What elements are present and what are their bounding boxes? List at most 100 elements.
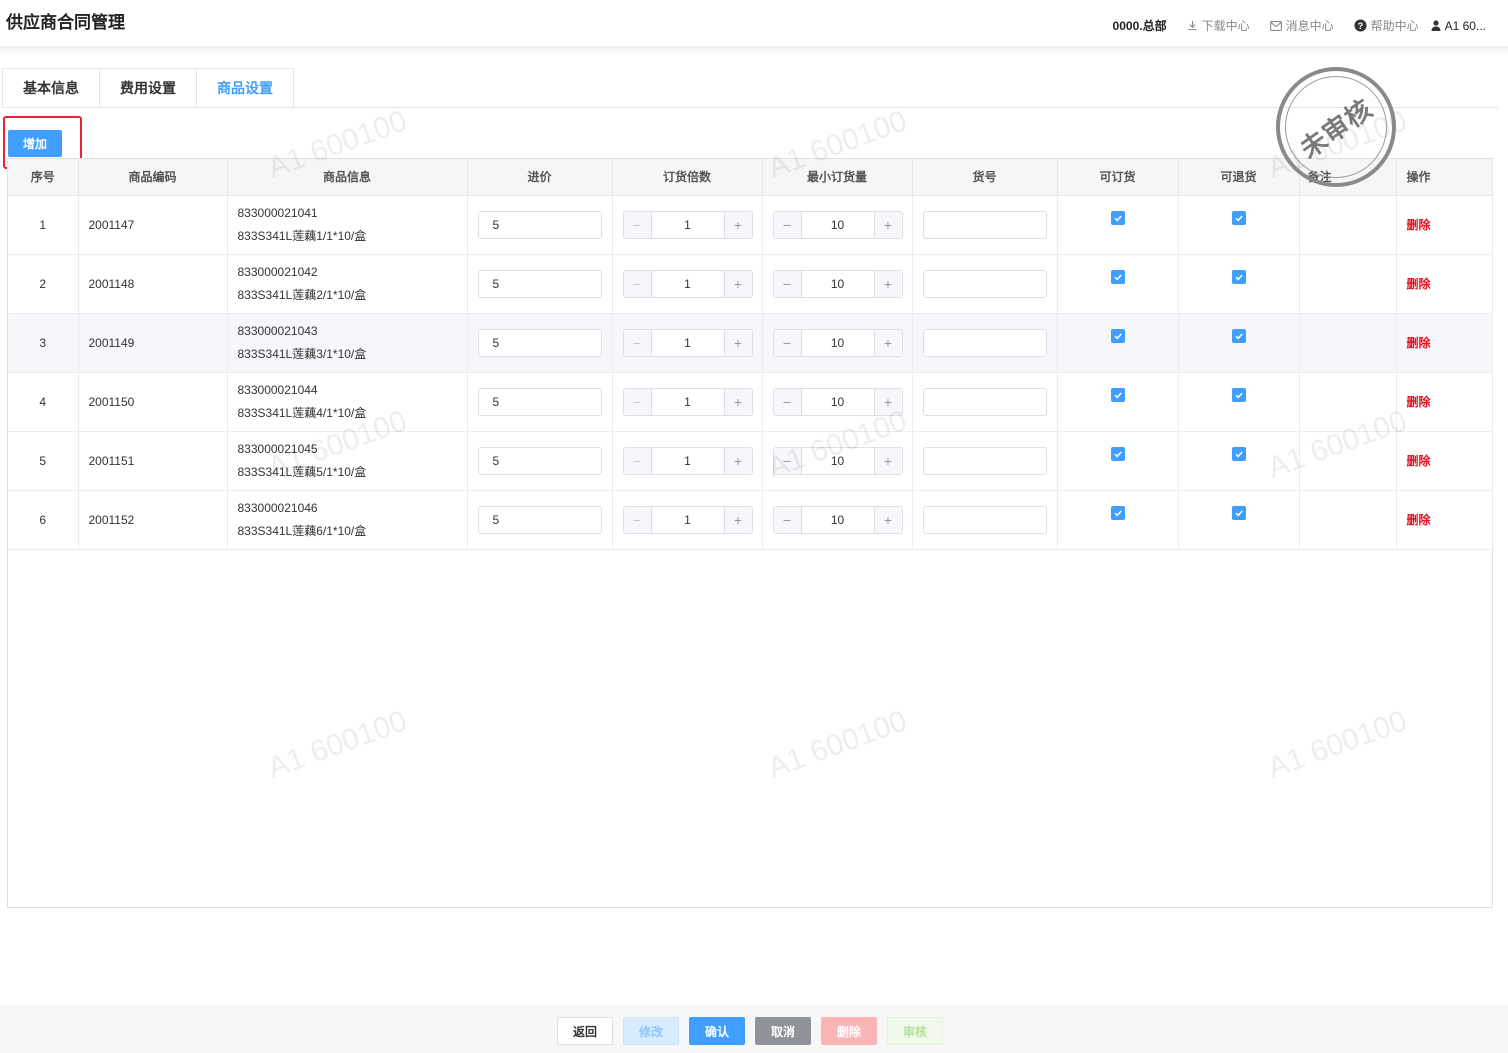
decrement-button[interactable]: − [623,329,652,356]
help-center-link[interactable]: ? 帮助中心 [1354,17,1419,34]
multiple-stepper: −1 + [622,505,753,534]
price-input[interactable]: 5 [477,269,602,298]
can-order-checkbox[interactable] [1110,211,1125,226]
cell-multiple: −1 + [612,195,763,255]
can-order-checkbox[interactable] [1110,388,1125,403]
download-center-label: 下载中心 [1201,19,1250,33]
increment-button[interactable]: + [873,447,902,474]
multiple-value[interactable]: 1 [652,389,724,415]
message-center-label: 消息中心 [1285,19,1334,33]
min-qty-value[interactable]: 10 [802,330,874,356]
can-order-checkbox[interactable] [1110,270,1125,285]
tab-basic-info[interactable]: 基本信息 [2,68,100,108]
price-input[interactable]: 5 [477,328,602,357]
cell-can-return [1178,490,1300,550]
increment-button[interactable]: + [723,388,752,415]
min-qty-value[interactable]: 10 [802,389,874,415]
message-center-link[interactable]: 消息中心 [1269,17,1334,34]
increment-button[interactable]: + [873,329,902,356]
can-order-checkbox[interactable] [1110,447,1125,462]
increment-button[interactable]: + [723,506,752,533]
decrement-button[interactable]: − [773,211,802,238]
decrement-button[interactable]: − [623,270,652,297]
can-order-checkbox[interactable] [1110,506,1125,521]
min-qty-stepper: −10 + [772,387,903,416]
org-selector[interactable]: 0000.总部 [1113,17,1167,34]
decrement-button[interactable]: − [773,329,802,356]
cell-item-no [912,195,1058,255]
item-no-input[interactable] [922,505,1047,534]
price-input[interactable]: 5 [477,446,602,475]
increment-button[interactable]: + [723,211,752,238]
min-qty-value[interactable]: 10 [802,507,874,533]
tab-divider [2,107,1498,108]
can-return-checkbox[interactable] [1231,329,1246,344]
multiple-value[interactable]: 1 [652,507,724,533]
stamp-text: 未审核 [1295,92,1379,164]
can-return-checkbox[interactable] [1231,270,1246,285]
cell-multiple: −1 + [612,313,763,373]
can-return-checkbox[interactable] [1231,447,1246,462]
user-menu[interactable]: A1 60... [1431,19,1486,33]
row-delete-link[interactable]: 删除 [1397,513,1431,527]
audit-button[interactable]: 审核 [887,1017,943,1045]
item-no-input[interactable] [922,446,1047,475]
price-input[interactable]: 5 [477,505,602,534]
min-qty-value[interactable]: 10 [802,212,874,238]
multiple-value[interactable]: 1 [652,330,724,356]
confirm-button[interactable]: 确认 [689,1017,745,1045]
can-return-checkbox[interactable] [1231,211,1246,226]
row-delete-link[interactable]: 删除 [1397,395,1431,409]
col-header-info: 商品信息 [227,159,468,196]
price-input[interactable]: 5 [477,387,602,416]
decrement-button[interactable]: − [623,388,652,415]
cell-info: 833000021046 833S341L莲藕6/1*10/盒 [227,490,468,550]
multiple-value[interactable]: 1 [652,212,724,238]
min-qty-value[interactable]: 10 [802,271,874,297]
decrement-button[interactable]: − [773,506,802,533]
multiple-value[interactable]: 1 [652,271,724,297]
download-center-link[interactable]: 下载中心 [1187,17,1250,34]
item-no-input[interactable] [922,210,1047,239]
tab-goods-settings[interactable]: 商品设置 [196,68,294,108]
user-name: A1 60... [1444,18,1486,33]
back-button[interactable]: 返回 [557,1017,613,1045]
increment-button[interactable]: + [873,506,902,533]
item-no-input[interactable] [922,387,1047,416]
item-no-input[interactable] [922,328,1047,357]
row-delete-link[interactable]: 删除 [1397,454,1431,468]
can-order-checkbox[interactable] [1110,329,1125,344]
increment-button[interactable]: + [873,388,902,415]
delete-button[interactable]: 删除 [821,1017,877,1045]
decrement-button[interactable]: − [623,506,652,533]
decrement-button[interactable]: − [623,211,652,238]
cell-item-no [912,431,1058,491]
table-header-row: 序号 商品编码 商品信息 进价 订货倍数 最小订货量 货号 可订货 可退货 备注… [8,159,1493,196]
tab-fee-settings[interactable]: 费用设置 [99,68,197,108]
multiple-value[interactable]: 1 [652,448,724,474]
row-delete-link[interactable]: 删除 [1397,218,1431,232]
increment-button[interactable]: + [723,270,752,297]
goods-barcode: 833000021042 [237,264,318,279]
can-return-checkbox[interactable] [1231,388,1246,403]
row-delete-link[interactable]: 删除 [1397,277,1431,291]
cancel-button[interactable]: 取消 [755,1017,811,1045]
decrement-button[interactable]: − [773,388,802,415]
increment-button[interactable]: + [723,447,752,474]
row-delete-link[interactable]: 删除 [1397,336,1431,350]
increment-button[interactable]: + [873,270,902,297]
decrement-button[interactable]: − [773,270,802,297]
add-button[interactable]: 增加 [8,130,62,157]
increment-button[interactable]: + [873,211,902,238]
price-input[interactable]: 5 [477,210,602,239]
decrement-button[interactable]: − [773,447,802,474]
can-return-checkbox[interactable] [1231,506,1246,521]
cell-info: 833000021044 833S341L莲藕4/1*10/盒 [227,372,468,432]
cell-remark [1299,431,1397,491]
item-no-input[interactable] [922,269,1047,298]
increment-button[interactable]: + [723,329,752,356]
edit-button[interactable]: 修改 [623,1017,679,1045]
min-qty-value[interactable]: 10 [802,448,874,474]
cell-can-order [1057,254,1179,314]
decrement-button[interactable]: − [623,447,652,474]
